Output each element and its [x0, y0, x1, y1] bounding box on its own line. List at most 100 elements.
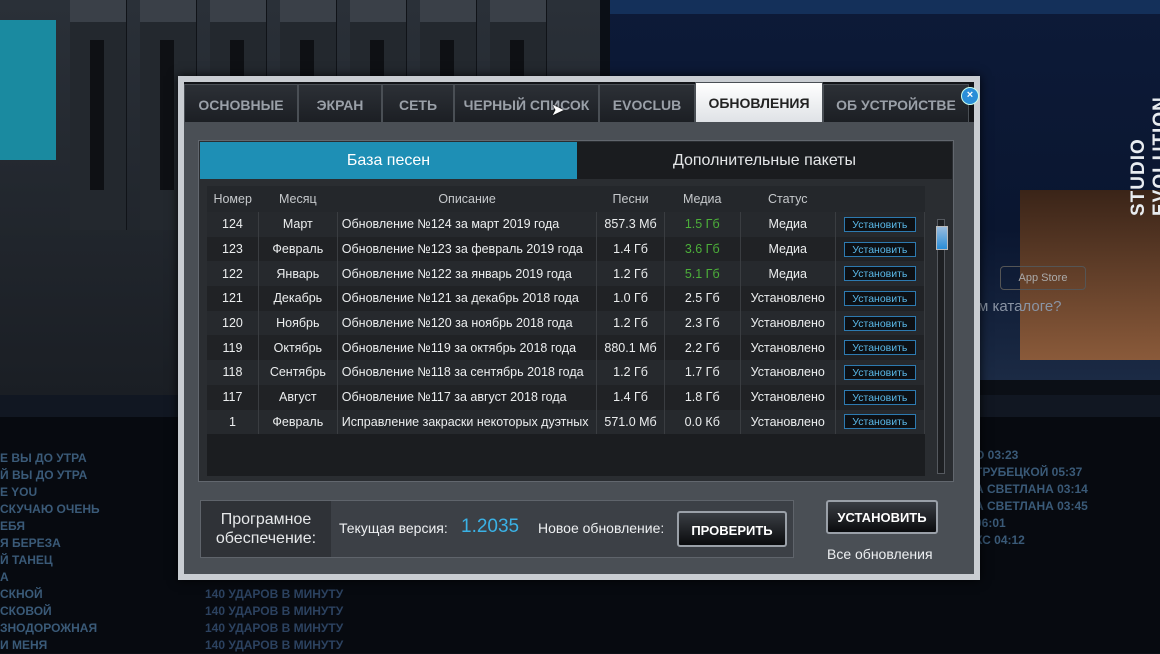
table-row: 120 Ноябрь Обновление №120 за ноябрь 2018 …: [207, 310, 926, 336]
cell-action: Установить: [835, 261, 926, 287]
scrollbar-thumb[interactable]: [936, 226, 948, 250]
tab-updates[interactable]: ОБНОВЛЕНИЯ: [695, 82, 823, 122]
cell-action: Установить: [835, 310, 926, 336]
background-song-list: Е ВЫ ДО УТРА Й ВЫ ДО УТРА E YOU СКУЧАЮ ОЧЕН…: [0, 450, 180, 654]
cell-action: Установить: [835, 286, 926, 311]
install-button[interactable]: УСТАНОВИТЬ: [826, 500, 938, 534]
row-install-button[interactable]: Установить: [843, 315, 916, 331]
tab-about[interactable]: ОБ УСТРОЙСТВЕ: [823, 84, 969, 122]
cell-description: Обновление №122 за январь 2019 года: [337, 261, 598, 287]
col-description: Описание: [337, 186, 597, 212]
close-icon[interactable]: ×: [961, 87, 979, 105]
background-tempo: 140 УДАРОВ В МИНУТУ: [205, 604, 344, 618]
row-install-button[interactable]: Установить: [843, 389, 916, 405]
cell-status: Медиа: [740, 212, 836, 237]
tab-screen[interactable]: ЭКРАН: [298, 84, 382, 122]
cell-action: Установить: [835, 384, 926, 410]
cell-status: Установлено: [740, 335, 836, 361]
table-row: 121 Декабрь Обновление №121 за декабрь 201…: [207, 286, 926, 311]
cell-action: Установить: [835, 212, 926, 237]
catalog-text: м каталоге?: [978, 298, 1062, 315]
all-updates-link[interactable]: Все обновления: [827, 546, 933, 562]
subtab-song-base[interactable]: База песен: [200, 142, 577, 179]
cell-media: 2.2 Гб: [664, 335, 741, 361]
background-tempo-list: 140 УДАРОВ В МИНУТУ 140 УДАРОВ В МИНУТУ 14…: [205, 586, 343, 654]
cell-description: Обновление №124 за март 2019 года: [337, 212, 598, 237]
cell-status: Установлено: [740, 286, 836, 311]
background-song: Й ТАНЕЦ: [0, 553, 53, 567]
row-install-button[interactable]: Установить: [843, 340, 916, 356]
cell-month: Февраль: [258, 236, 338, 262]
background-queue-item: 06:01: [975, 516, 1006, 530]
appstore-badge: App Store: [1000, 266, 1086, 290]
cell-description: Исправление закраски некоторых дуэтных: [337, 409, 598, 435]
row-install-button[interactable]: Установить: [843, 414, 916, 430]
cell-number: 120: [207, 310, 259, 336]
subtab-extra-packs[interactable]: Дополнительные пакеты: [577, 142, 952, 179]
mouse-cursor-icon: ➤: [551, 102, 565, 119]
cell-media: 5.1 Гб: [664, 261, 741, 287]
updates-table: Номер Месяц Описание Песни Медиа Статус …: [207, 186, 926, 476]
table-header-row: Номер Месяц Описание Песни Медиа Статус: [207, 186, 925, 212]
background-song: СКУЧАЮ ОЧЕНЬ: [0, 502, 100, 516]
background-song: И МЕНЯ: [0, 638, 48, 652]
background-tempo: 140 УДАРОВ В МИНУТУ: [205, 621, 344, 635]
table-row: 117 Август Обновление №117 за август 2018 …: [207, 384, 926, 410]
background-song: А: [0, 570, 9, 584]
tab-main[interactable]: ОСНОВНЫЕ: [184, 84, 298, 122]
cell-month: Январь: [258, 261, 338, 287]
col-media: Медиа: [664, 186, 741, 212]
check-button[interactable]: ПРОВЕРИТЬ: [677, 511, 787, 547]
background-queue-item: А СВЕТЛАНА 03:45: [975, 499, 1088, 513]
cell-status: Установлено: [740, 360, 836, 385]
cell-media: 2.3 Гб: [664, 310, 741, 336]
cell-songs: 571.0 Мб: [596, 409, 665, 435]
cell-songs: 880.1 Мб: [596, 335, 665, 361]
table-row: 124 Март Обновление №124 за март 2019 года…: [207, 212, 926, 237]
background-queue-item: А СВЕТЛАНА 03:14: [975, 482, 1088, 496]
cell-description: Обновление №121 за декабрь 2018 года: [337, 286, 598, 311]
row-install-button[interactable]: Установить: [843, 364, 916, 380]
row-install-button[interactable]: Установить: [843, 241, 916, 257]
tab-evoclub[interactable]: EVOCLUB: [599, 84, 695, 122]
cell-month: Сентябрь: [258, 360, 338, 385]
row-install-button[interactable]: Установить: [843, 266, 916, 282]
row-install-button[interactable]: Установить: [843, 216, 916, 232]
table-scrollbar[interactable]: [936, 219, 948, 474]
tab-blacklist[interactable]: ЧЕРНЫЙ СПИСОК: [454, 84, 599, 122]
cell-number: 121: [207, 286, 259, 311]
col-month: Месяц: [258, 186, 338, 212]
table-row: 119 Октябрь Обновление №119 за октябрь 201…: [207, 335, 926, 361]
cell-status: Медиа: [740, 261, 836, 287]
cell-status: Установлено: [740, 384, 836, 410]
cell-description: Обновление №123 за февраль 2019 года: [337, 236, 598, 262]
background-queue-item: КС 04:12: [975, 533, 1025, 547]
subtab-bar: База песен Дополнительные пакеты: [200, 142, 952, 179]
cell-month: Ноябрь: [258, 310, 338, 336]
table-row: 118 Сентябрь Обновление №118 за сентябрь 2…: [207, 360, 926, 385]
cell-month: Март: [258, 212, 338, 237]
cell-media: 1.5 Гб: [664, 212, 741, 237]
updates-panel: База песен Дополнительные пакеты Номер М…: [198, 140, 954, 482]
background-song: Е ВЫ ДО УТРА: [0, 451, 87, 465]
cell-media: 3.6 Гб: [664, 236, 741, 262]
table-row: 1 Февраль Исправление закраски некоторых д…: [207, 409, 926, 435]
cell-number: 117: [207, 384, 259, 410]
row-install-button[interactable]: Установить: [843, 290, 916, 306]
cell-number: 123: [207, 236, 259, 262]
cell-media: 1.7 Гб: [664, 360, 741, 385]
cell-number: 122: [207, 261, 259, 287]
table-row: 123 Февраль Обновление №123 за февраль 201…: [207, 236, 926, 262]
cell-number: 118: [207, 360, 259, 385]
cell-action: Установить: [835, 335, 926, 361]
background-song: ЗНОДОРОЖНАЯ: [0, 621, 98, 635]
brand-logo: STUDIO EVOLUTION: [1128, 96, 1160, 216]
background-song: ЕБЯ: [0, 519, 25, 533]
cell-media: 1.8 Гб: [664, 384, 741, 410]
tab-network[interactable]: СЕТЬ: [382, 84, 454, 122]
cell-month: Февраль: [258, 409, 338, 435]
cell-songs: 1.0 Гб: [596, 286, 665, 311]
cell-number: 119: [207, 335, 259, 361]
col-songs: Песни: [596, 186, 665, 212]
cell-month: Октябрь: [258, 335, 338, 361]
